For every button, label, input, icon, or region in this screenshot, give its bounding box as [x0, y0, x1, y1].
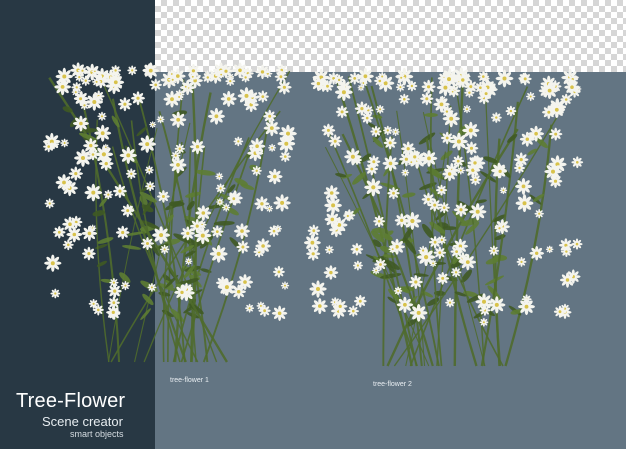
brand-subtitle: Scene creator — [42, 414, 123, 429]
brand-title: Tree-Flower — [16, 390, 126, 412]
preview-canvas: tree-flower 1 tree-flower 2 Tree-Flower … — [0, 0, 626, 449]
flower-render-layer — [43, 62, 584, 367]
tree-flower-2-label: tree-flower 2 — [373, 381, 412, 388]
tree-flower-1-illustration — [43, 62, 297, 363]
tree-flower-1-label: tree-flower 1 — [170, 377, 209, 384]
tree-flower-2-illustration — [304, 67, 584, 367]
brand-tagline: smart objects — [70, 429, 124, 439]
